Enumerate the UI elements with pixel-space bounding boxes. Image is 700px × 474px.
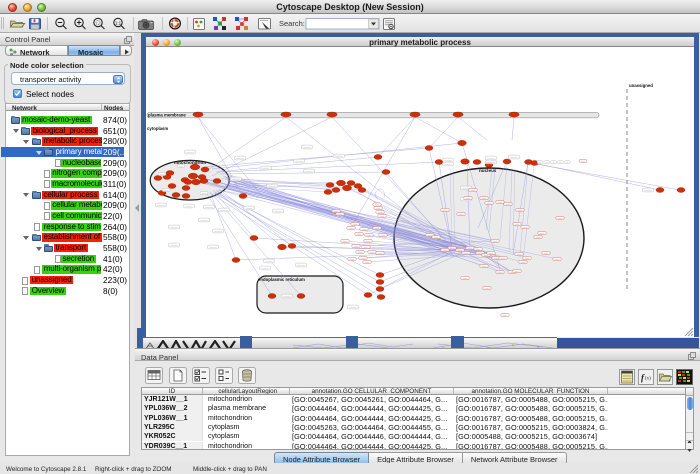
svg-text:1:1: 1:1 <box>115 20 122 25</box>
svg-text:nucleus: nucleus <box>479 168 497 173</box>
svg-text:mitochondrion: mitochondrion <box>174 160 206 165</box>
svg-text:cytoplasm: cytoplasm <box>147 126 168 131</box>
svg-text:(x): (x) <box>645 377 651 382</box>
svg-text:unassigned: unassigned <box>629 83 653 88</box>
svg-text:Search:: Search: <box>279 19 305 28</box>
svg-text:endoplasmic reticulum: endoplasmic reticulum <box>258 277 305 282</box>
svg-text:plasma membrane: plasma membrane <box>148 113 186 118</box>
